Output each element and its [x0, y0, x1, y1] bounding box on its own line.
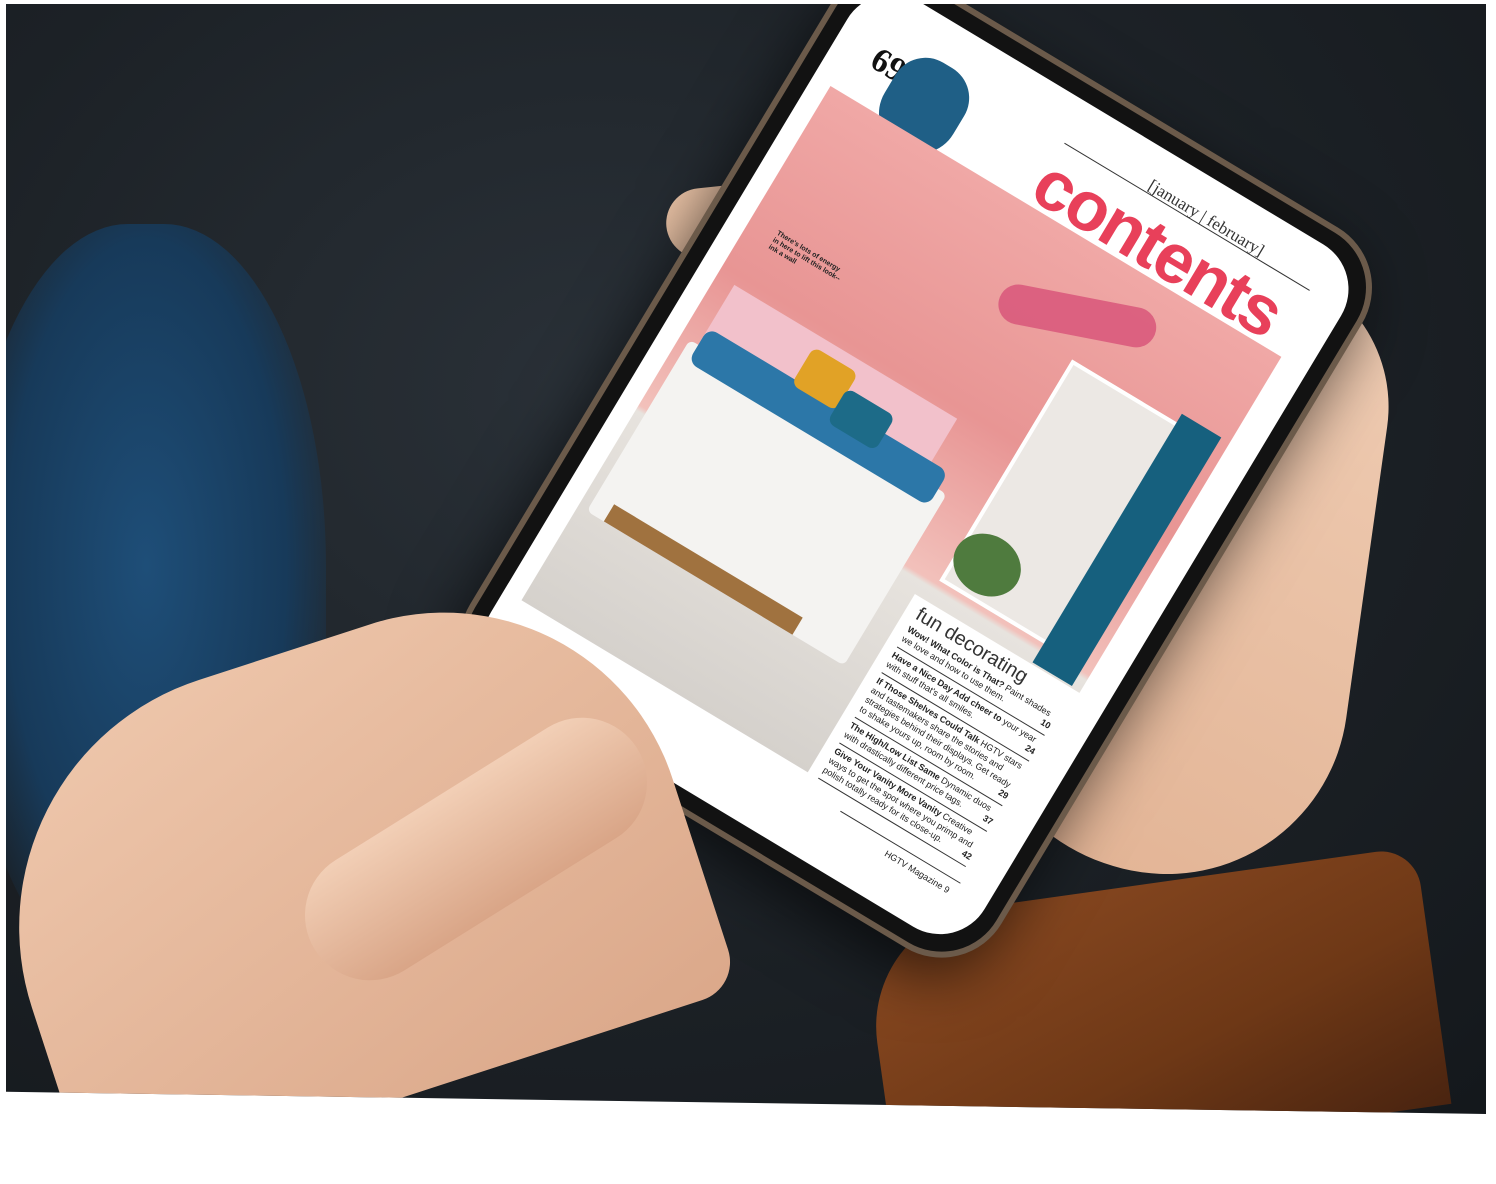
photo-background: 69 [january | february] contents There's…	[6, 4, 1486, 1114]
toc-page: 37	[981, 813, 995, 827]
toc-page: 29	[996, 787, 1011, 802]
paint-stroke	[994, 281, 1160, 351]
toc-page: 10	[1038, 717, 1053, 731]
toc-page: 42	[959, 848, 974, 862]
toc-page: 24	[1023, 742, 1038, 757]
photo-caption: There's lots of energy in here to lift t…	[767, 229, 842, 283]
